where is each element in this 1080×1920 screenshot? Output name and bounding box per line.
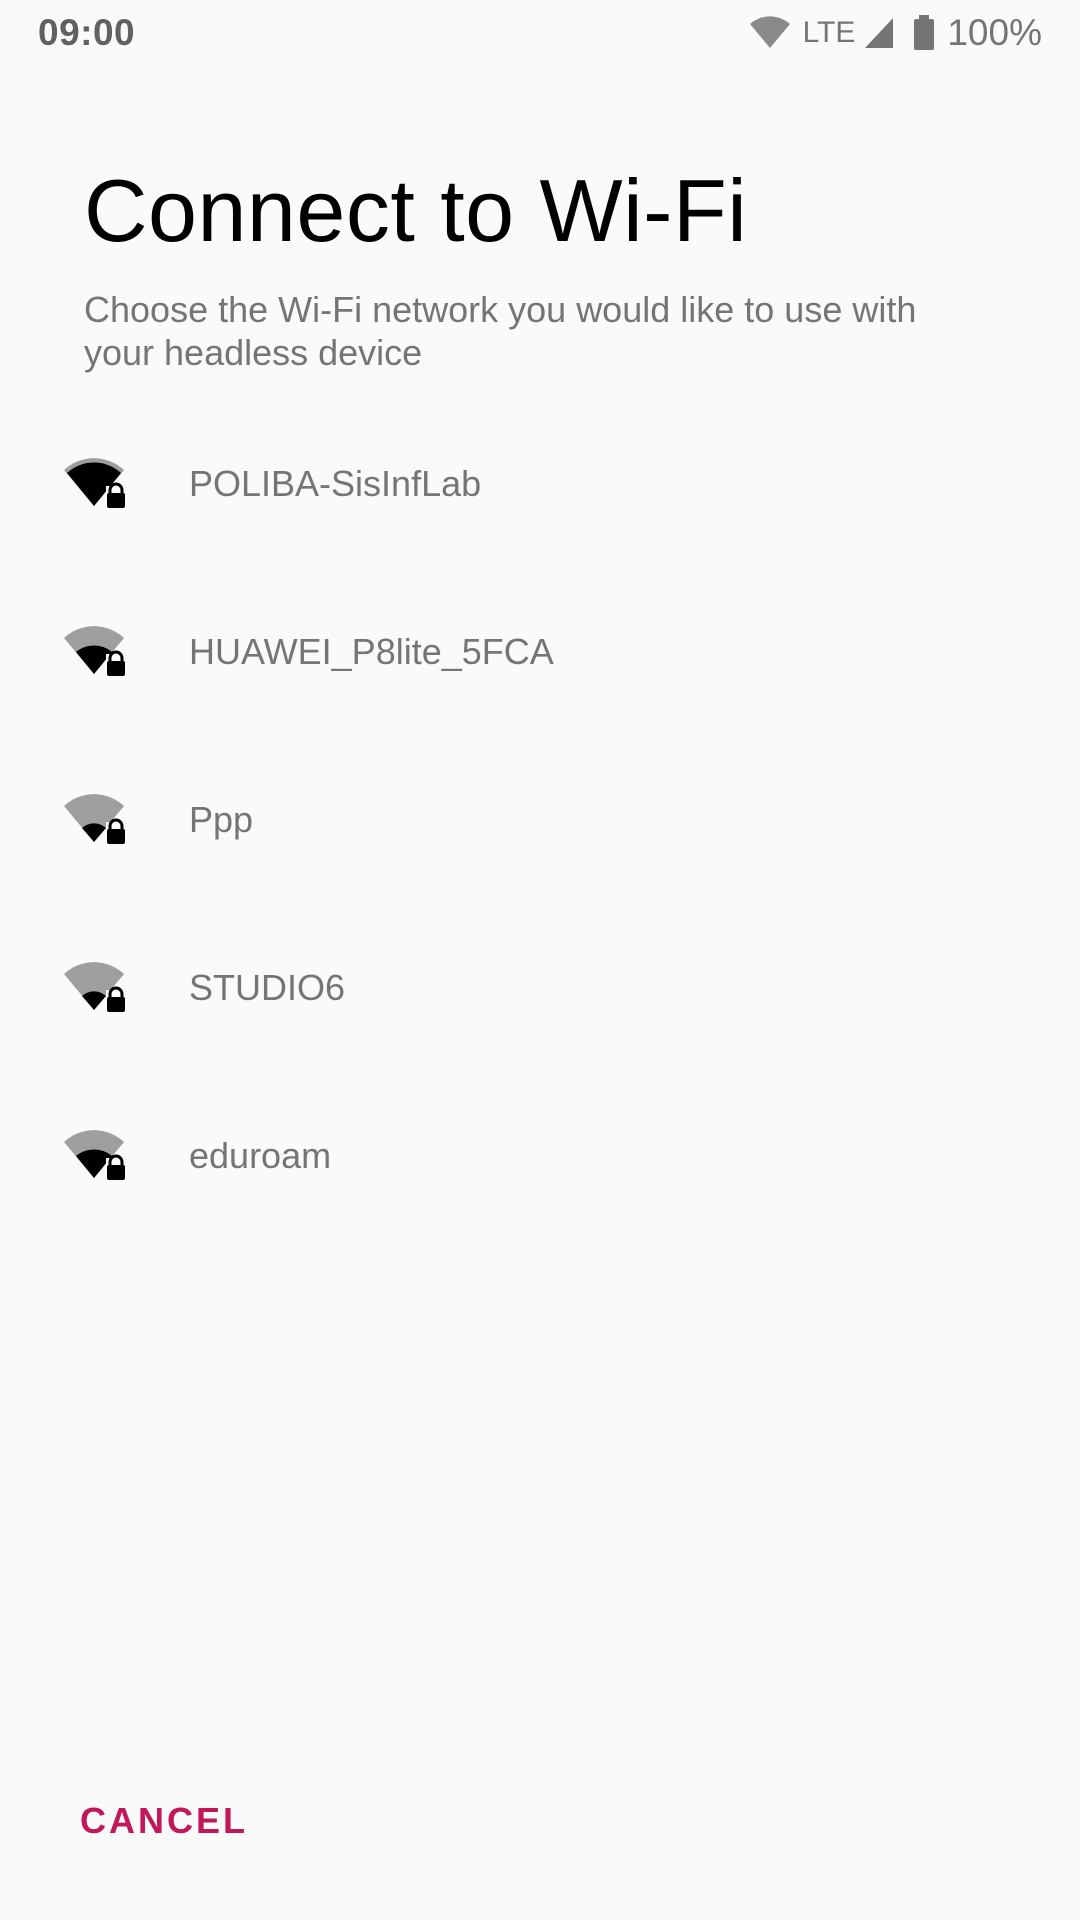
status-icons: LTE 100% [749, 12, 1042, 54]
wifi-lock-icon [64, 962, 126, 1012]
page-title: Connect to Wi-Fi [84, 161, 748, 260]
network-item-ppp[interactable]: Ppp [0, 736, 1080, 904]
cell-signal-icon [865, 18, 894, 48]
network-item-poliba[interactable]: POLIBA-SisInfLab [0, 400, 1080, 568]
network-ssid: STUDIO6 [189, 967, 346, 1008]
network-ssid: HUAWEI_P8lite_5FCA [189, 631, 554, 672]
network-item-huawei[interactable]: HUAWEI_P8lite_5FCA [0, 568, 1080, 736]
wifi-lock-icon [64, 794, 126, 844]
cancel-button[interactable]: CANCEL [80, 1790, 248, 1852]
network-item-eduroam[interactable]: eduroam [0, 1072, 1080, 1240]
network-list: POLIBA-SisInfLab HUAWEI_P8lite_5FCA Ppp [0, 400, 1080, 1240]
battery-percentage: 100% [947, 12, 1042, 53]
page-subtitle: Choose the Wi-Fi network you would like … [84, 289, 917, 373]
wifi-lock-icon [64, 458, 126, 508]
battery-icon [914, 15, 935, 50]
wifi-lock-icon [64, 626, 126, 676]
network-ssid: Ppp [189, 799, 254, 840]
network-type-label: LTE [802, 16, 856, 49]
status-time: 09:00 [38, 12, 136, 53]
network-ssid: eduroam [189, 1135, 332, 1176]
wifi-lock-icon [64, 1130, 126, 1180]
network-item-studio6[interactable]: STUDIO6 [0, 904, 1080, 1072]
network-ssid: POLIBA-SisInfLab [189, 463, 482, 504]
status-bar: 09:00 LTE 100% [0, 0, 1080, 66]
wifi-signal-icon [749, 16, 790, 48]
